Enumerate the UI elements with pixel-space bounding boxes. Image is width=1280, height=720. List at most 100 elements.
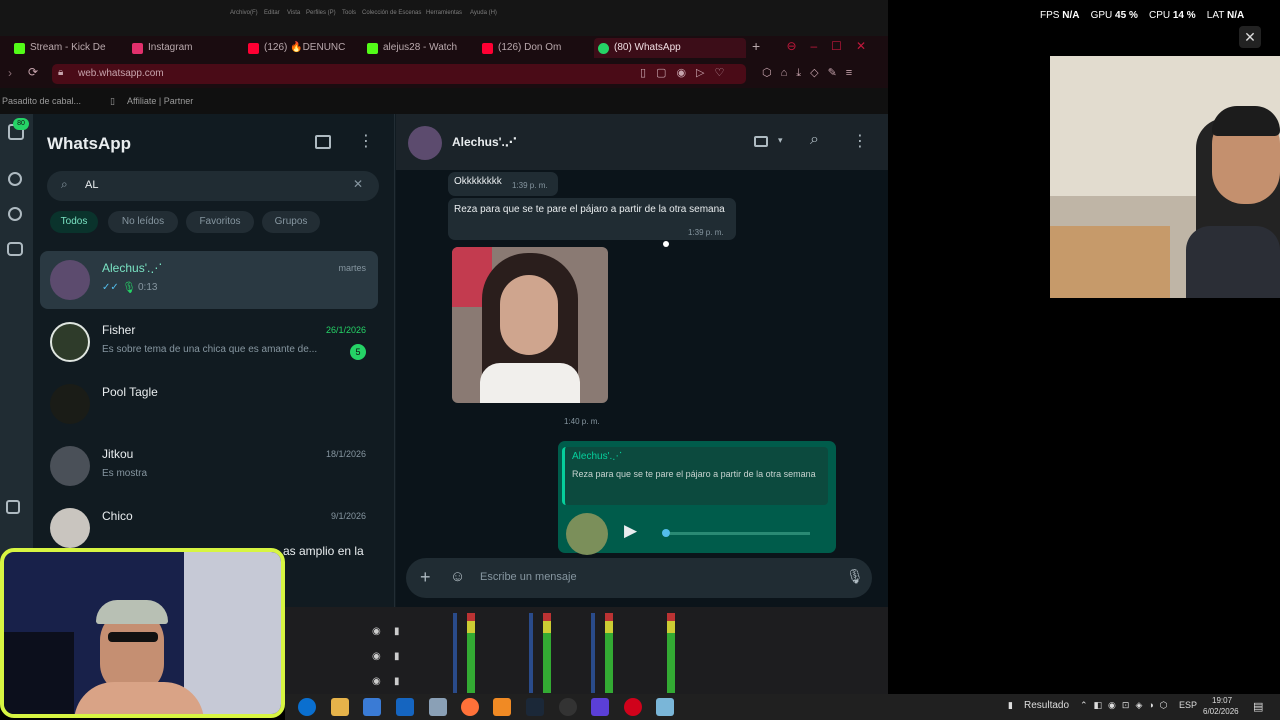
firefox-icon[interactable] xyxy=(461,698,479,716)
lock-icon[interactable]: ▮ ▮ ▮ xyxy=(394,619,400,694)
store-icon[interactable] xyxy=(363,698,381,716)
menu-item[interactable]: Tools xyxy=(342,10,356,16)
lat-label: LAT xyxy=(1206,10,1225,21)
play-icon[interactable]: ▶ xyxy=(624,521,637,541)
tab-kick[interactable]: Stream - Kick De xyxy=(10,38,118,58)
menu-item[interactable]: Herramientas xyxy=(426,10,462,16)
volume-fader[interactable] xyxy=(453,613,457,693)
volume-fader[interactable] xyxy=(529,613,533,693)
level-meter xyxy=(667,613,675,693)
video-call-icon[interactable] xyxy=(754,136,768,147)
menu-icon[interactable]: ⋮ xyxy=(852,131,868,151)
composer: + ☺ Escribe un mensaje 🎙︎ xyxy=(406,558,872,598)
menu-item[interactable]: Ayuda (H) xyxy=(470,10,497,16)
app-icon[interactable] xyxy=(656,698,674,716)
facecam-torso xyxy=(74,682,204,714)
new-tab-button[interactable]: + xyxy=(752,38,760,54)
attach-plus-icon[interactable]: + xyxy=(420,567,431,588)
notifications-icon[interactable]: ▤ xyxy=(1253,700,1263,713)
chat-name: Fisher xyxy=(102,323,136,337)
app-icon[interactable] xyxy=(429,698,447,716)
menu-item[interactable]: Archivo(F) xyxy=(230,10,258,16)
tab-kick-watch[interactable]: alejus28 - Watch xyxy=(363,38,473,58)
file-explorer-icon[interactable] xyxy=(331,698,349,716)
chat-item-pool-tagle[interactable]: Pool Tagle xyxy=(40,375,378,433)
clear-search-icon[interactable]: ✕ xyxy=(353,177,363,191)
tab-instagram[interactable]: Instagram xyxy=(128,38,240,58)
nba-icon[interactable]: ▮ xyxy=(1008,700,1013,711)
clock-time[interactable]: 19:07 xyxy=(1212,696,1232,705)
menu-item[interactable]: Vista xyxy=(287,10,300,16)
tab-strip: Stream - Kick De Instagram (126) 🔥DENUNC… xyxy=(0,36,888,60)
bookmark-item[interactable]: Pasadito de cabal... xyxy=(2,96,81,106)
media-icon[interactable] xyxy=(6,500,20,514)
bookmark-icon: ▯ xyxy=(110,96,115,106)
system-tray-icons[interactable]: ⌃◧◉⊡◈◑⬡ xyxy=(1080,700,1174,711)
message-input[interactable]: Escribe un mensaje xyxy=(480,571,577,583)
menu-item[interactable]: Perfiles (P) xyxy=(306,10,336,16)
result-text[interactable]: Resultado xyxy=(1024,700,1069,711)
message-text: Reza para que se te pare el pájaro a par… xyxy=(454,204,725,215)
visibility-icon[interactable]: ◉ ◉ ◉ xyxy=(372,619,381,694)
menu-item[interactable]: Editar xyxy=(264,10,280,16)
outlook-icon[interactable] xyxy=(396,698,414,716)
search-input[interactable]: AL xyxy=(85,179,98,191)
new-chat-icon[interactable] xyxy=(315,135,331,149)
chevron-down-icon[interactable]: ▾ xyxy=(778,135,783,146)
level-meter xyxy=(605,613,613,693)
chat-item-jitkou[interactable]: Jitkou Es mostra 18/1/2026 xyxy=(40,437,378,495)
chat-item-fisher[interactable]: Fisher Es sobre tema de una chica que es… xyxy=(40,313,378,371)
steam-icon[interactable] xyxy=(526,698,544,716)
communities-icon[interactable] xyxy=(7,242,23,256)
close-button[interactable]: ✕ xyxy=(1239,26,1261,48)
browser-toolbar-icon[interactable]: ⬡⌂⤓◇✎≡ xyxy=(762,66,861,80)
address-actions-icon[interactable]: ▯▢◉▷♡ xyxy=(640,66,734,79)
read-check-icon: ✓✓ xyxy=(102,282,119,293)
opera-icon[interactable] xyxy=(624,698,642,716)
search-icon[interactable]: ⌕ xyxy=(810,131,819,149)
chat-preview: 0:13 xyxy=(138,282,158,293)
search-box[interactable]: ⌕ AL ✕ xyxy=(47,171,379,201)
chat-date: martes xyxy=(338,263,366,273)
menu-item[interactable]: Colección de Escenas xyxy=(362,10,421,16)
app-icon[interactable] xyxy=(591,698,609,716)
tab-youtube-2[interactable]: (126) Don Om xyxy=(478,38,584,58)
filter-todos[interactable]: Todos xyxy=(50,211,98,233)
chat-item-alechus[interactable]: Alechus'.⋰ ✓✓ 🎙︎ 0:13 martes xyxy=(40,251,378,309)
filter-groups[interactable]: Grupos xyxy=(262,211,320,233)
edge-icon[interactable] xyxy=(298,698,316,716)
avatar xyxy=(50,508,90,548)
image-message[interactable] xyxy=(452,247,608,403)
tab-label: (80) WhatsApp xyxy=(614,42,681,53)
chat-preview-partial: as amplio en la xyxy=(283,544,364,558)
language-indicator[interactable]: ESP xyxy=(1179,700,1197,710)
message-text: Okkkkkkkk xyxy=(454,176,502,187)
voice-waveform[interactable] xyxy=(670,532,810,535)
contact-avatar[interactable] xyxy=(408,126,442,160)
voice-progress-dot[interactable] xyxy=(662,529,670,537)
clock-date[interactable]: 6/02/2026 xyxy=(1203,707,1239,716)
reload-icon[interactable]: ⟳ xyxy=(28,65,38,79)
sticker-icon[interactable]: ☺ xyxy=(450,568,465,585)
facecam-sunglasses xyxy=(108,632,158,642)
microphone-icon[interactable]: 🎙︎ xyxy=(846,568,864,585)
bookmark-item[interactable]: Affiliate | Partner xyxy=(127,96,193,106)
webcam-shirt xyxy=(1186,226,1280,298)
avatar xyxy=(50,260,90,300)
menu-icon[interactable]: ⋮ xyxy=(358,131,374,151)
search-icon: ⌕ xyxy=(61,177,68,191)
quoted-message[interactable]: Alechus'.⋰ Reza para que se te pare el p… xyxy=(562,447,828,505)
tab-whatsapp[interactable]: (80) WhatsApp xyxy=(594,38,746,58)
tab-youtube-1[interactable]: (126) 🔥DENUNC xyxy=(244,38,356,58)
tab-label: Stream - Kick De xyxy=(30,42,106,53)
status-icon[interactable] xyxy=(8,172,22,186)
filter-favorites[interactable]: Favoritos xyxy=(186,211,254,233)
vlc-icon[interactable] xyxy=(493,698,511,716)
filter-unread[interactable]: No leídos xyxy=(108,211,178,233)
volume-fader[interactable] xyxy=(591,613,595,693)
channels-icon[interactable] xyxy=(8,207,22,221)
forward-icon[interactable]: › xyxy=(8,66,12,80)
contact-name[interactable]: Alechus'.⋰ xyxy=(452,135,517,149)
window-controls[interactable]: ⊖–☐✕ xyxy=(786,39,880,53)
obs-icon[interactable] xyxy=(559,698,577,716)
